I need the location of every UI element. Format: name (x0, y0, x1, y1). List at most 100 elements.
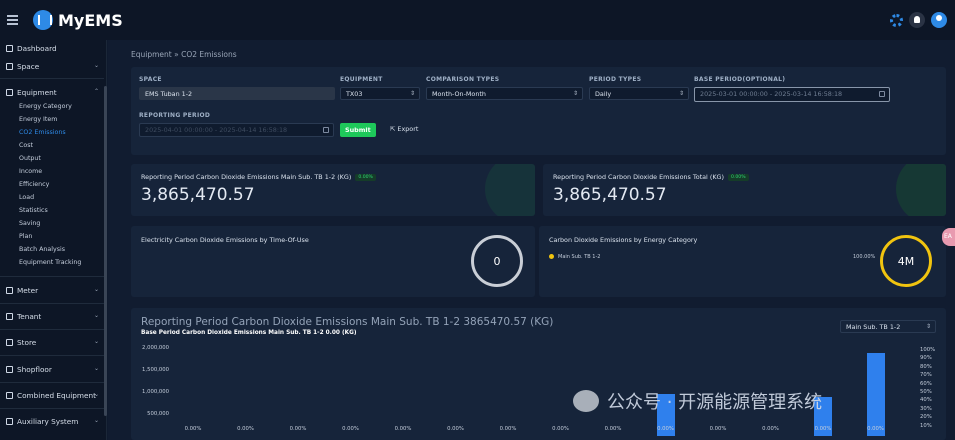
chevron-down-icon: ⌄ (93, 62, 99, 69)
energy-category-card: Carbon Dioxide Emissions by Energy Categ… (539, 226, 946, 297)
card-title: Reporting Period Carbon Dioxide Emission… (553, 173, 749, 181)
export-button[interactable]: ⇱ Export (390, 125, 418, 133)
store-icon (6, 339, 13, 346)
energy-category-ring: 4M (880, 235, 932, 287)
submit-button[interactable]: Submit (340, 123, 376, 137)
reporting-period-input[interactable]: 2025-04-01 00:00:00 - 2025-04-14 16:58:1… (139, 123, 334, 137)
co2-main-sub-card: Reporting Period Carbon Dioxide Emission… (131, 164, 535, 216)
right-axis-tick: 60% (920, 380, 932, 387)
export-label: Export (397, 125, 419, 133)
sidebar-item-tenant[interactable]: Tenant ⌄ (6, 312, 102, 321)
chevron-down-icon: ⌄ (93, 286, 99, 293)
sidebar-sub-load[interactable]: Load (19, 194, 34, 201)
avatar[interactable] (931, 12, 947, 28)
series-select[interactable]: Main Sub. TB 1-2 ⇕ (840, 320, 936, 333)
right-axis-tick: 40% (920, 397, 932, 404)
chart-bar[interactable] (866, 353, 885, 436)
divider (0, 303, 104, 304)
right-axis-tick: 80% (920, 363, 932, 370)
equipment-select[interactable]: TX03 ⇕ (340, 87, 420, 100)
user-icon (6, 89, 13, 96)
data-label: 0.00% (394, 426, 412, 432)
watermark-text: 公众号 · 开源能源管理系统 (607, 392, 823, 413)
chevron-down-icon: ⌄ (93, 365, 99, 372)
data-label: 0.00% (709, 426, 727, 432)
sidebar-sub-energy-item[interactable]: Energy Item (19, 116, 57, 123)
breadcrumb-separator: » (174, 50, 179, 59)
chevron-updown-icon: ⇕ (925, 323, 931, 330)
card-title: Carbon Dioxide Emissions by Energy Categ… (549, 236, 698, 244)
sidebar-item-store[interactable]: Store ⌄ (6, 338, 102, 347)
y-tick-label: 1,500,000 (142, 367, 169, 373)
breadcrumb: Equipment » CO2 Emissions (131, 50, 237, 59)
sidebar-item-label: Meter (17, 286, 39, 295)
sidebar-sub-income[interactable]: Income (19, 168, 42, 175)
card-title: Electricity Carbon Dioxide Emissions by … (141, 236, 309, 244)
sidebar-sub-co2-emissions[interactable]: CO2 Emissions (19, 129, 66, 136)
reporting-period-label: REPORTING PERIOD (139, 112, 211, 119)
base-period-input[interactable]: 2025-03-01 00:00:00 - 2025-03-14 16:58:1… (694, 87, 890, 102)
sidebar-sub-efficiency[interactable]: Efficiency (19, 181, 49, 188)
main-content: Equipment » CO2 Emissions SPACE EMS Tuba… (108, 40, 955, 440)
right-axis-tick: 30% (920, 405, 932, 412)
y-tick-label: 1,000,000 (142, 389, 169, 395)
logo[interactable]: MyEMS (33, 10, 123, 30)
brand-name: MyEMS (58, 10, 123, 30)
sidebar-sub-batch-analysis[interactable]: Batch Analysis (19, 246, 65, 253)
sidebar-item-label: Space (17, 62, 40, 71)
export-icon: ⇱ (390, 125, 396, 133)
space-input[interactable]: EMS Tuban 1-2 (139, 87, 335, 100)
time-of-use-ring: 0 (471, 235, 523, 287)
chevron-down-icon: ⌄ (93, 391, 99, 398)
sidebar-sub-saving[interactable]: Saving (19, 220, 40, 227)
sidebar-sub-energy-category[interactable]: Energy Category (19, 103, 72, 110)
sidebar-sub-output[interactable]: Output (19, 155, 41, 162)
calendar-icon[interactable] (879, 91, 885, 97)
sidebar-scrollbar[interactable] (104, 86, 107, 416)
calendar-icon[interactable] (323, 127, 329, 133)
settings-icon[interactable] (890, 13, 903, 27)
data-label: 0.00% (447, 426, 464, 432)
notification-icon[interactable] (909, 12, 925, 28)
sidebar-item-equipment[interactable]: Equipment ⌃ (6, 88, 102, 97)
divider (0, 382, 104, 383)
sidebar-item-label: Shopfloor (17, 365, 52, 374)
gears-icon (6, 392, 13, 399)
menu-icon[interactable] (7, 15, 18, 25)
side-tab[interactable]: EA (942, 228, 955, 246)
sidebar-item-auxiliary-system[interactable]: Auxiliary System ⌄ (6, 417, 102, 426)
card-decoration (485, 164, 535, 216)
sidebar-sub-equipment-tracking[interactable]: Equipment Tracking (19, 259, 81, 266)
sidebar-item-label: Dashboard (17, 44, 57, 53)
comparison-select[interactable]: Month-On-Month ⇕ (426, 87, 583, 100)
sidebar-item-dashboard[interactable]: Dashboard (6, 44, 102, 53)
right-axis-tick: 90% (920, 355, 932, 362)
chevron-updown-icon: ⇕ (409, 90, 415, 97)
base-period-label: BASE PERIOD(OPTIONAL) (694, 76, 786, 83)
chevron-updown-icon: ⇕ (572, 90, 578, 97)
divider (0, 78, 104, 79)
series-select-value: Main Sub. TB 1-2 (846, 323, 901, 331)
reporting-period-value: 2025-04-01 00:00:00 - 2025-04-14 16:58:1… (145, 126, 288, 134)
time-of-use-card: Electricity Carbon Dioxide Emissions by … (131, 226, 535, 297)
period-select[interactable]: Daily ⇕ (589, 87, 689, 100)
equipment-label: EQUIPMENT (340, 76, 383, 83)
sidebar-item-label: Tenant (17, 312, 42, 321)
card-title-text: Reporting Period Carbon Dioxide Emission… (141, 173, 352, 181)
sidebar-sub-statistics[interactable]: Statistics (19, 207, 48, 214)
sidebar-item-shopfloor[interactable]: Shopfloor ⌄ (6, 365, 102, 374)
breadcrumb-parent[interactable]: Equipment (131, 50, 172, 59)
data-label: 0.00% (552, 426, 569, 432)
data-label: 0.00% (604, 426, 622, 432)
sidebar-item-combined-equipment[interactable]: Combined Equipment ⌄ (6, 391, 102, 400)
sidebar-item-meter[interactable]: Meter ⌄ (6, 286, 102, 295)
chevron-down-icon: ⌄ (93, 417, 99, 424)
data-label: 0.00% (762, 426, 779, 432)
y-tick-label: 2,000,000 (142, 345, 169, 351)
sidebar-sub-plan[interactable]: Plan (19, 233, 32, 240)
sidebar-item-space[interactable]: Space ⌄ (6, 62, 102, 71)
data-label: 0.00% (237, 426, 254, 432)
right-axis-tick: 70% (920, 372, 932, 379)
sidebar-sub-cost[interactable]: Cost (19, 142, 33, 149)
legend-dot (549, 254, 554, 259)
